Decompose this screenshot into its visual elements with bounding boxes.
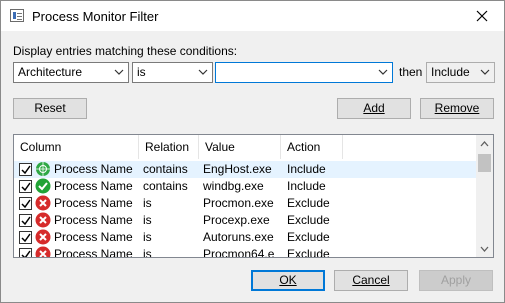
- close-icon: [476, 10, 488, 22]
- table-row[interactable]: Process Name is Autoruns.exe Exclude: [14, 229, 478, 246]
- value-combobox[interactable]: [215, 62, 393, 83]
- app-icon: [10, 9, 24, 22]
- window-title: Process Monitor Filter: [32, 9, 159, 24]
- chevron-down-icon: [378, 69, 388, 75]
- reset-button[interactable]: Reset: [13, 98, 87, 119]
- row-action: Exclude: [287, 247, 330, 258]
- table-row[interactable]: Process Name is Procmon.exe Exclude: [14, 195, 478, 212]
- row-action: Exclude: [287, 196, 330, 210]
- checkmark-icon: [21, 182, 31, 192]
- row-column: Process Name: [54, 162, 133, 176]
- chevron-down-icon: [480, 69, 490, 75]
- table-row[interactable]: Process Name contains EngHost.exe Includ…: [14, 161, 478, 178]
- globe-include-icon: [36, 162, 50, 176]
- row-action: Exclude: [287, 213, 330, 227]
- row-action: Include: [287, 162, 326, 176]
- chevron-up-icon: [480, 140, 489, 146]
- add-button[interactable]: Add: [337, 98, 411, 119]
- row-value: Procmon.exe: [203, 196, 274, 210]
- row-relation: contains: [143, 179, 188, 193]
- row-value: EngHost.exe: [203, 162, 272, 176]
- row-checkbox[interactable]: [19, 163, 32, 176]
- scroll-up-button[interactable]: [476, 135, 493, 152]
- ok-button-label: OK: [279, 273, 297, 287]
- red-x-icon: [35, 212, 51, 228]
- table-row[interactable]: Process Name contains windbg.exe Include: [14, 178, 478, 195]
- column-dropdown[interactable]: Architecture: [13, 62, 129, 83]
- column-dropdown-value: Architecture: [18, 65, 83, 79]
- row-column: Process Name: [54, 196, 133, 210]
- row-checkbox[interactable]: [19, 180, 32, 193]
- header-value[interactable]: Value: [199, 135, 281, 159]
- filter-dialog: Process Monitor Filter Display entries m…: [0, 0, 505, 303]
- action-dropdown-value: Include: [431, 65, 470, 79]
- red-x-icon: [35, 229, 51, 245]
- title-bar: Process Monitor Filter: [1, 1, 504, 31]
- add-button-label: Add: [363, 101, 385, 115]
- row-column: Process Name: [54, 213, 133, 227]
- table-row[interactable]: Process Name is Procmon64.e Exclude: [14, 246, 478, 258]
- row-value: Procexp.exe: [203, 213, 270, 227]
- checkmark-icon: [21, 250, 31, 257]
- conditions-label: Display entries matching these condition…: [13, 44, 238, 58]
- row-action: Include: [287, 179, 326, 193]
- remove-button[interactable]: Remove: [420, 98, 494, 119]
- row-action: Exclude: [287, 230, 330, 244]
- header-column[interactable]: Column: [14, 135, 139, 159]
- red-x-icon: [35, 195, 51, 211]
- ok-button[interactable]: OK: [251, 270, 325, 291]
- green-check-icon: [35, 178, 51, 194]
- checkmark-icon: [21, 165, 31, 175]
- relation-dropdown[interactable]: is: [132, 62, 213, 83]
- chevron-down-icon: [480, 246, 489, 252]
- row-relation: contains: [143, 162, 188, 176]
- close-button[interactable]: [460, 1, 504, 31]
- table-row[interactable]: Process Name is Procexp.exe Exclude: [14, 212, 478, 229]
- cancel-button[interactable]: Cancel: [334, 270, 408, 291]
- row-value: windbg.exe: [203, 179, 264, 193]
- apply-button[interactable]: Apply: [419, 270, 493, 291]
- scroll-thumb[interactable]: [478, 154, 491, 172]
- list-header: Column Relation Value Action: [14, 135, 478, 159]
- row-checkbox[interactable]: [19, 197, 32, 210]
- chevron-down-icon: [198, 69, 208, 75]
- action-dropdown[interactable]: Include: [426, 62, 495, 83]
- then-label: then: [399, 65, 423, 79]
- filter-list[interactable]: Column Relation Value Action Process Nam…: [13, 134, 494, 258]
- scroll-down-button[interactable]: [476, 240, 493, 257]
- checkmark-icon: [21, 199, 31, 209]
- reset-button-label: Reset: [34, 101, 66, 115]
- remove-button-label: Remove: [434, 101, 480, 115]
- header-action[interactable]: Action: [281, 135, 343, 159]
- row-checkbox[interactable]: [19, 248, 32, 257]
- apply-button-label: Apply: [440, 273, 472, 287]
- vertical-scrollbar[interactable]: [476, 135, 493, 257]
- header-relation[interactable]: Relation: [139, 135, 199, 159]
- relation-dropdown-value: is: [137, 65, 146, 79]
- checkmark-icon: [21, 216, 31, 226]
- row-relation: is: [143, 230, 152, 244]
- row-checkbox[interactable]: [19, 231, 32, 244]
- row-column: Process Name: [54, 247, 133, 258]
- red-x-icon: [35, 246, 51, 257]
- row-checkbox[interactable]: [19, 214, 32, 227]
- cancel-button-label: Cancel: [352, 273, 390, 287]
- row-column: Process Name: [54, 230, 133, 244]
- row-relation: is: [143, 247, 152, 258]
- checkmark-icon: [21, 233, 31, 243]
- row-column: Process Name: [54, 179, 133, 193]
- row-relation: is: [143, 213, 152, 227]
- row-relation: is: [143, 196, 152, 210]
- chevron-down-icon: [114, 69, 124, 75]
- row-value: Autoruns.exe: [203, 230, 274, 244]
- row-value: Procmon64.e: [203, 247, 275, 258]
